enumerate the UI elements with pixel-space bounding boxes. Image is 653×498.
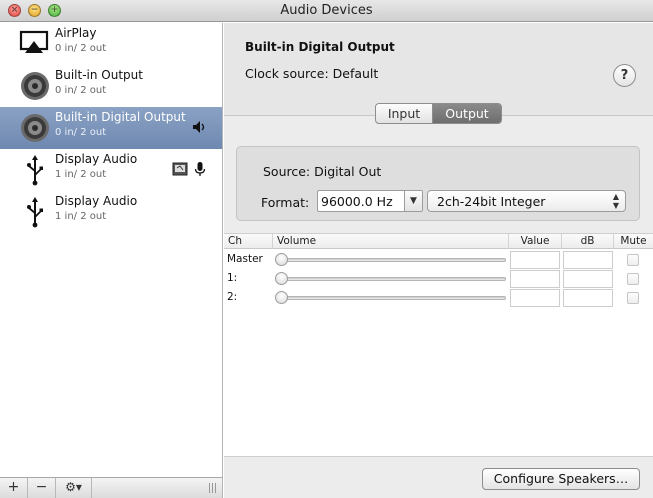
column-header-mute: Mute <box>614 234 653 249</box>
add-device-button[interactable]: + <box>0 478 28 498</box>
close-window-button[interactable]: × <box>8 4 21 17</box>
device-name: AirPlay <box>55 26 97 40</box>
column-header-volume: Volume <box>273 234 509 249</box>
bit-format-popup[interactable]: 2ch-24bit Integer ▲ ▼ <box>427 190 626 212</box>
tab-output[interactable]: Output <box>433 104 501 123</box>
bit-format-value: 2ch-24bit Integer <box>437 194 546 209</box>
usb-icon <box>18 196 52 228</box>
device-detail-pane: Built-in Digital Output Clock source: De… <box>224 23 653 498</box>
speaker-icon <box>18 70 52 102</box>
gear-menu-button[interactable]: ⚙▾ <box>56 478 92 498</box>
device-io: 1 in/ 2 out <box>55 211 107 222</box>
table-row: 1: <box>224 269 653 288</box>
zoom-window-button[interactable]: + <box>48 4 61 17</box>
column-header-db: dB <box>562 234 614 249</box>
volume-slider[interactable] <box>282 296 506 300</box>
value-field[interactable] <box>510 289 560 307</box>
device-list-toolbar: + − ⚙▾ <box>0 477 223 498</box>
finder-icon <box>172 161 188 177</box>
source-label: Source: Digital Out <box>263 164 382 179</box>
device-io: 0 in/ 2 out <box>55 127 107 138</box>
device-item-built-in-digital-output[interactable]: Built-in Digital Output 0 in/ 2 out <box>0 107 222 149</box>
volume-icon <box>192 119 208 135</box>
speaker-icon <box>18 112 52 144</box>
device-io: 1 in/ 2 out <box>55 169 107 180</box>
help-button[interactable]: ? <box>613 64 636 87</box>
value-field[interactable] <box>510 270 560 288</box>
configure-speakers-button[interactable]: Configure Speakers… <box>482 468 640 490</box>
device-item-airplay[interactable]: AirPlay 0 in/ 2 out <box>0 23 222 65</box>
device-item-display-audio[interactable]: Display Audio 1 in/ 2 out <box>0 191 222 233</box>
volume-slider[interactable] <box>282 277 506 281</box>
up-down-arrows-icon: ▲ ▼ <box>612 192 619 210</box>
sample-rate-combobox[interactable]: 96000.0 Hz ▼ <box>317 190 423 212</box>
window-title: Audio Devices <box>280 3 373 18</box>
db-field[interactable] <box>563 270 613 288</box>
db-field[interactable] <box>563 289 613 307</box>
device-name: Display Audio <box>55 194 138 208</box>
device-name: Built-in Digital Output <box>55 110 186 124</box>
microphone-icon <box>192 161 208 177</box>
remove-device-button[interactable]: − <box>28 478 56 498</box>
airplay-icon <box>18 28 52 60</box>
device-item-display-audio[interactable]: Display Audio 1 in/ 2 out <box>0 149 222 191</box>
mute-checkbox[interactable] <box>627 292 639 304</box>
table-row: 2: <box>224 288 653 307</box>
value-field[interactable] <box>510 251 560 269</box>
channel-label: Master <box>227 253 263 265</box>
db-field[interactable] <box>563 251 613 269</box>
format-group: Source: Digital Out Format: 96000.0 Hz ▼… <box>236 146 640 221</box>
device-list: AirPlay 0 in/ 2 out Built-in Output 0 in… <box>0 23 223 477</box>
volume-slider-knob[interactable] <box>275 291 288 304</box>
title-bar: × − + Audio Devices <box>0 0 653 22</box>
input-output-segmented-control: Input Output <box>375 103 502 124</box>
device-io: 0 in/ 2 out <box>55 85 107 96</box>
device-io: 0 in/ 2 out <box>55 43 107 54</box>
device-title: Built-in Digital Output <box>245 40 395 54</box>
volume-slider-knob[interactable] <box>275 253 288 266</box>
usb-icon <box>18 154 52 186</box>
device-name: Built-in Output <box>55 68 143 82</box>
channel-label: 1: <box>227 272 238 284</box>
channel-label: 2: <box>227 291 238 303</box>
format-label: Format: <box>261 195 310 210</box>
chevron-down-icon[interactable]: ▼ <box>404 191 422 211</box>
mute-checkbox[interactable] <box>627 254 639 266</box>
volume-slider[interactable] <box>282 258 506 262</box>
column-header-value: Value <box>509 234 562 249</box>
volume-slider-knob[interactable] <box>275 272 288 285</box>
column-header-ch: Ch <box>224 234 273 249</box>
device-name: Display Audio <box>55 152 138 166</box>
device-item-built-in-output[interactable]: Built-in Output 0 in/ 2 out <box>0 65 222 107</box>
minimize-window-button[interactable]: − <box>28 4 41 17</box>
resize-grip[interactable] <box>209 483 216 493</box>
clock-source: Clock source: Default <box>245 66 379 81</box>
table-row: Master <box>224 250 653 269</box>
sample-rate-value: 96000.0 Hz <box>321 194 393 209</box>
tab-input[interactable]: Input <box>376 104 433 123</box>
mute-checkbox[interactable] <box>627 273 639 285</box>
channel-volume-table: Ch Volume Value dB Mute Master 1: 2: <box>224 233 653 457</box>
